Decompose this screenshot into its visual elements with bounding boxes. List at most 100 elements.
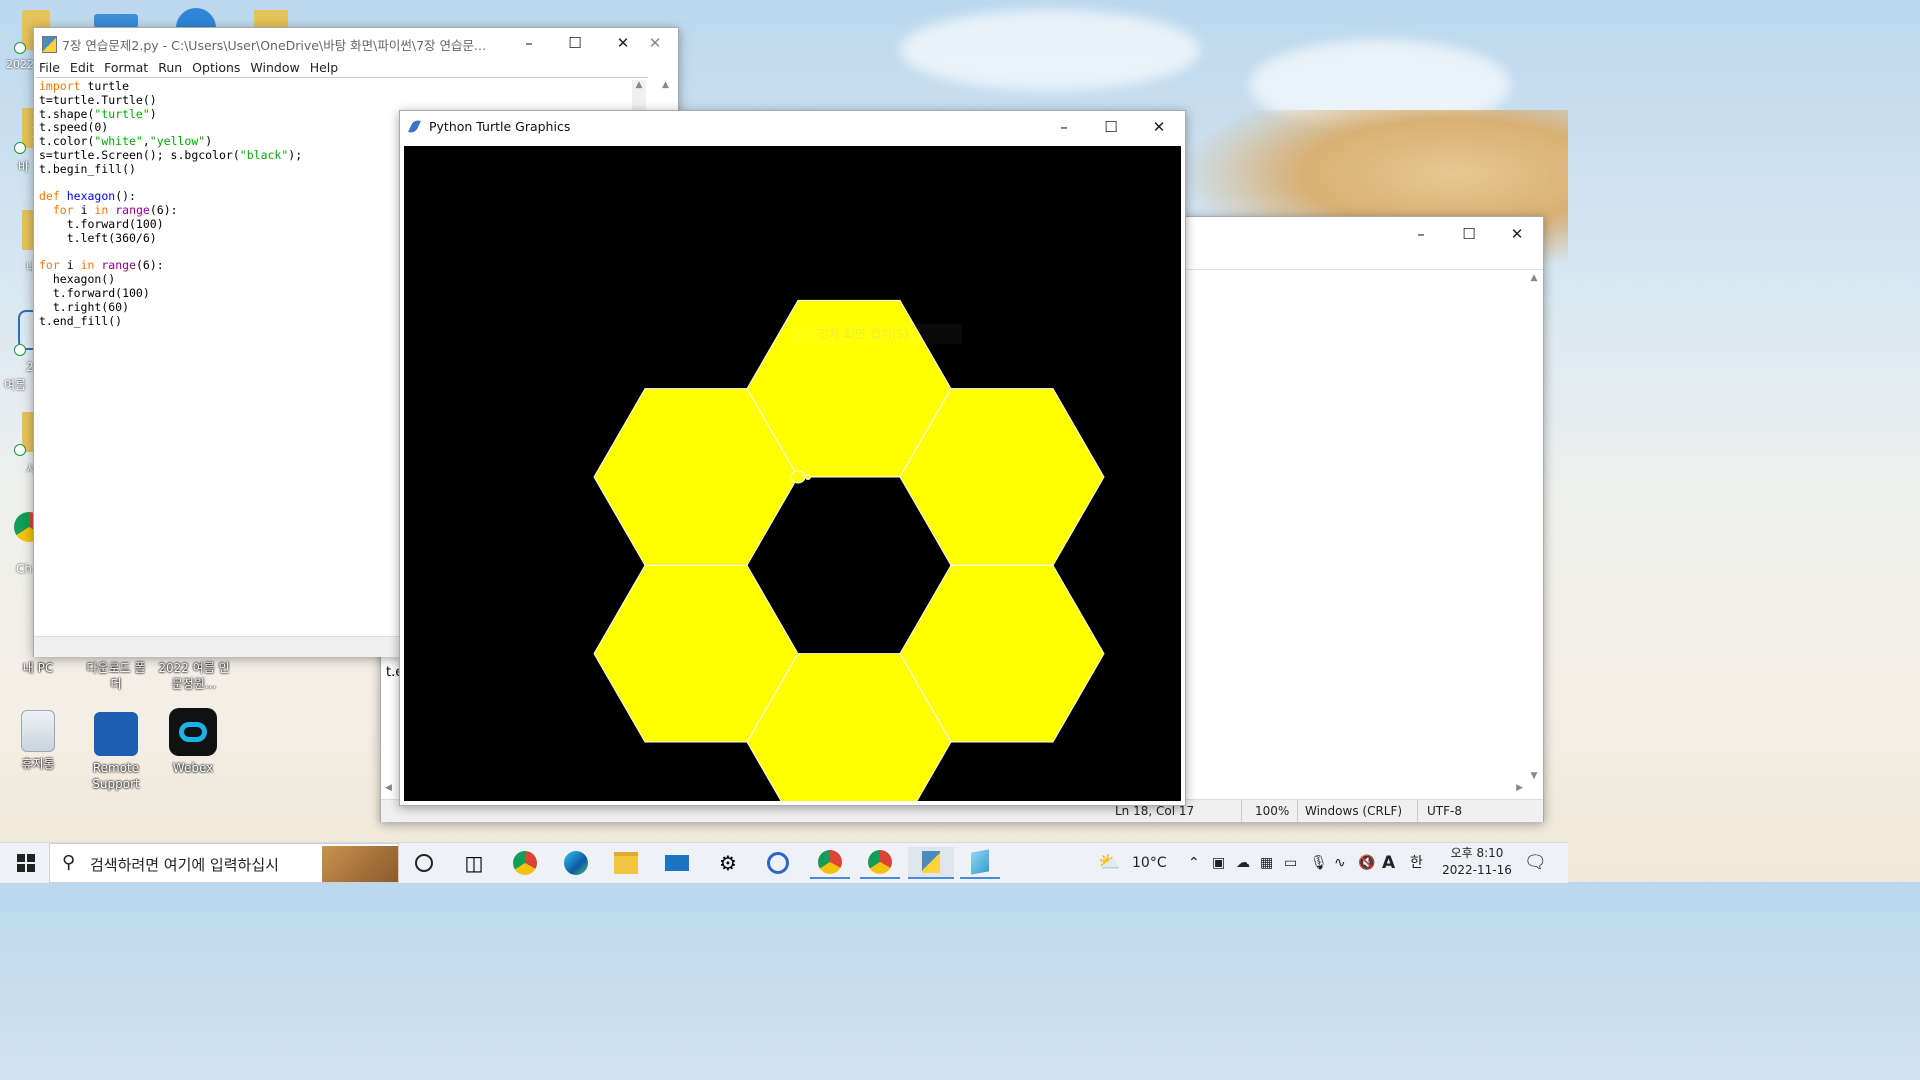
chrome-icon[interactable] [505, 847, 545, 879]
notification-icon[interactable]: 🗨 [1524, 843, 1547, 883]
code-line: t=turtle.Turtle() [39, 92, 157, 107]
maximize-button[interactable]: ☐ [1446, 219, 1492, 249]
mail-icon[interactable] [657, 847, 697, 879]
weather-temperature[interactable]: 10°C [1132, 843, 1167, 883]
menu-run[interactable]: Run [158, 60, 182, 75]
code-editor[interactable]: import turtle t=turtle.Turtle() t.shape("t… [39, 79, 303, 328]
code-line: t.begin_fill() [39, 161, 136, 176]
menu-window[interactable]: Window [250, 60, 299, 75]
cortana-icon[interactable] [404, 847, 444, 879]
turtle-graphics-window[interactable]: Python Turtle Graphics – ☐ ✕ 전체 화면 캡처(S) [399, 110, 1186, 806]
clock-date: 2022-11-16 [1442, 863, 1512, 877]
minimize-button[interactable]: – [1398, 219, 1444, 249]
file-explorer-icon[interactable] [606, 847, 646, 879]
code-line: t.shape("turtle") [39, 106, 157, 121]
minimize-button[interactable]: – [1041, 112, 1087, 142]
desktop-icon-label: 내 PC [22, 661, 54, 675]
chevron-up-icon[interactable]: ⌃ [1188, 843, 1200, 883]
edge-icon[interactable] [556, 847, 596, 879]
python-idle-taskbar-icon[interactable] [908, 847, 954, 879]
volume-muted-icon[interactable]: 🔇 [1358, 843, 1375, 883]
meet-now-icon[interactable]: ▣ [1212, 843, 1225, 883]
capture-overlay: 전체 화면 캡처(S) [792, 324, 962, 344]
notepad-taskbar-icon[interactable] [960, 847, 1000, 879]
menu-edit[interactable]: Edit [70, 60, 94, 75]
internet-explorer-icon[interactable] [176, 8, 216, 28]
close-button[interactable]: ✕ [1494, 219, 1540, 249]
taskbar-search-box[interactable]: ⚲ 검색하려면 여기에 입력하십시 [49, 843, 399, 883]
code-line: def hexagon(): [39, 189, 136, 204]
desktop-icon-this-pc[interactable]: 내 PC [3, 660, 73, 676]
desktop-icon-label-partial: 2022 [6, 58, 34, 71]
scroll-up-icon[interactable]: ▲ [632, 80, 646, 90]
ime-indicator[interactable]: 한 [1410, 843, 1423, 883]
font-icon[interactable]: A [1382, 843, 1395, 883]
scroll-right-icon[interactable]: ▶ [1516, 783, 1523, 793]
desktop-icon-remote-support[interactable]: Remote Support [81, 712, 151, 792]
settings-icon[interactable]: ⚙ [708, 847, 748, 879]
remote-support-taskbar-icon[interactable] [758, 847, 798, 879]
desktop-icon-label-partial: 여름 [4, 378, 27, 392]
clock[interactable]: 오후 8:10 2022-11-16 [1440, 845, 1514, 879]
desktop-icon-label: 휴지통 [21, 757, 55, 771]
desktop-icon-webex[interactable]: Webex [158, 708, 228, 776]
desktop-icon-label: Webex [172, 761, 214, 775]
title-bar[interactable]: 7장 연습문제2.py - C:\Users\User\OneDrive\바탕 … [34, 28, 678, 58]
onedrive-icon[interactable]: ☁ [1236, 843, 1250, 883]
code-line: t.forward(100) [39, 285, 150, 300]
sync-status-icon [14, 444, 26, 456]
turtle-shell [790, 470, 806, 484]
desktop-icon-label-partial: Ch [16, 562, 32, 576]
task-view-icon[interactable]: ◫ [454, 847, 494, 879]
desktop-icon-label: 다운로드 폴더 [86, 661, 146, 691]
title-bar[interactable]: Python Turtle Graphics – ☐ ✕ [400, 111, 1185, 143]
desktop-icon-summer-folder[interactable]: 2022 여름 인문정원... [158, 660, 230, 692]
status-separator [1297, 800, 1298, 822]
remote-support-icon [94, 712, 138, 756]
menu-options[interactable]: Options [192, 60, 240, 75]
turtle-drawing [404, 146, 1181, 801]
vertical-scrollbar[interactable]: ▲ ▼ [1527, 273, 1541, 781]
minimize-button[interactable]: – [506, 28, 552, 58]
battery-icon[interactable]: ▭ [1284, 843, 1297, 883]
menu-format[interactable]: Format [104, 60, 148, 75]
maximize-button[interactable]: ☐ [1088, 112, 1134, 142]
turtle-canvas[interactable]: 전체 화면 캡처(S) [404, 146, 1181, 801]
weather-icon[interactable]: ⛅ [1098, 843, 1120, 883]
code-line: s=turtle.Screen(); s.bgcolor("black"); [39, 147, 303, 162]
desktop-icon-recycle-bin[interactable]: 휴지통 [3, 710, 73, 772]
window-title: 7장 연습문제2.py - C:\Users\User\OneDrive\바탕 … [62, 38, 486, 53]
webex-icon [169, 708, 217, 756]
menu-help[interactable]: Help [310, 60, 339, 75]
turtle-head [805, 474, 811, 480]
chrome-profile-2-icon[interactable] [860, 847, 900, 879]
search-icon: ⚲ [62, 852, 76, 873]
scroll-left-icon[interactable]: ◀ [385, 783, 392, 793]
windows-start-icon[interactable] [6, 847, 46, 879]
code-line: hexagon() [39, 272, 116, 287]
folder-icon[interactable] [254, 10, 288, 28]
chrome-profile-1-icon[interactable] [810, 847, 850, 879]
desktop-icon-downloads[interactable]: 다운로드 폴더 [81, 660, 151, 692]
wifi-icon[interactable]: ∿ [1334, 843, 1346, 883]
python-file-icon [42, 36, 57, 53]
recycle-bin-icon [21, 710, 55, 752]
scroll-up-icon[interactable]: ▲ [662, 80, 669, 90]
close-button[interactable]: ✕ [1136, 112, 1182, 142]
status-separator [1417, 800, 1418, 822]
feather-icon [408, 118, 421, 135]
taskbar: ⚲ 검색하려면 여기에 입력하십시 ◫ ⚙ ⛅ 10°C ⌃ ▣ ☁ ▦ ▭ 🎙… [0, 842, 1568, 883]
scroll-up-icon[interactable]: ▲ [1527, 273, 1541, 283]
desktop-icon-label-partial: 바 [18, 160, 30, 174]
desktop-shortcut-icon[interactable] [94, 14, 138, 28]
microphone-icon[interactable]: 🎙 [1310, 843, 1328, 883]
code-line: for i in range(6): [39, 258, 164, 273]
status-zoom: 100% [1255, 804, 1290, 818]
maximize-button[interactable]: ☐ [552, 28, 598, 58]
menu-file[interactable]: File [39, 60, 60, 75]
remote-icon[interactable]: ▦ [1260, 843, 1273, 883]
clock-time: 오후 8:10 [1450, 846, 1504, 860]
scroll-down-icon[interactable]: ▼ [1527, 771, 1541, 781]
desktop-icon-label: 2022 여름 인문정원... [158, 661, 230, 691]
